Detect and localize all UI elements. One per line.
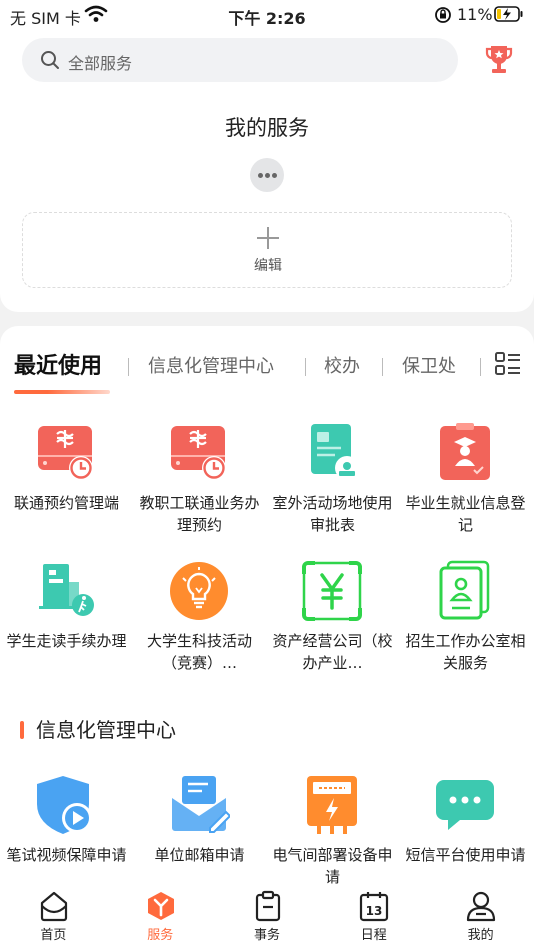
tab-separator (128, 358, 129, 376)
active-tab-indicator (14, 390, 110, 394)
nav-profile[interactable]: 我的 (427, 886, 534, 950)
service-cube-icon (147, 892, 174, 920)
service-admissions-office[interactable]: 招生工作办公室相关服务 (399, 560, 532, 680)
unicom-clock-icon (38, 426, 93, 480)
calendar-day: 13 (366, 904, 383, 918)
building-walker-icon (39, 564, 94, 616)
all-categories-icon[interactable] (495, 352, 521, 376)
search-placeholder: 全部服务 (68, 54, 133, 73)
tab-separator (305, 358, 306, 376)
service-asset-company[interactable]: 资产经营公司（校办产业… (266, 560, 399, 680)
service-electrical-room[interactable]: 电气间部署设备申请 (266, 774, 399, 886)
electric-meter-icon (307, 776, 357, 834)
approval-stamp-icon (311, 424, 359, 480)
service-student-commute[interactable]: 学生走读手续办理 (0, 560, 133, 680)
service-unicom-booking-admin[interactable]: 联通预约管理端 (0, 422, 133, 542)
chat-bubble-icon (436, 780, 494, 830)
tab-president-office[interactable]: 校办 (324, 352, 360, 378)
nav-home[interactable]: 首页 (0, 886, 107, 950)
yuan-icon (302, 561, 362, 621)
nav-services[interactable]: 服务 (107, 886, 214, 950)
service-outdoor-venue-approval[interactable]: 室外活动场地使用审批表 (266, 422, 399, 542)
my-services-title: 我的服务 (225, 116, 309, 140)
battery-charging-icon (494, 6, 523, 22)
home-icon (40, 891, 68, 922)
tab-separator (480, 358, 481, 376)
orientation-lock-icon (435, 7, 451, 23)
mail-pen-icon (172, 776, 230, 833)
service-staff-unicom-booking[interactable]: 教职工联通业务办理预约 (133, 422, 266, 542)
tab-info-center[interactable]: 信息化管理中心 (148, 352, 274, 378)
graduate-badge-icon (440, 423, 490, 480)
service-sms-platform[interactable]: 短信平台使用申请 (399, 774, 532, 886)
unicom-clock-icon (171, 426, 226, 480)
section-accent-bar (20, 721, 24, 739)
service-written-exam-video[interactable]: 笔试视频保障申请 (0, 774, 133, 886)
edit-label: 编辑 (254, 258, 282, 274)
nav-schedule[interactable]: 13 日程 (320, 886, 427, 950)
calendar-icon: 13 (360, 892, 389, 922)
person-icon (467, 891, 496, 922)
my-services-card: 全部服务 我的服务 编辑 (0, 30, 534, 312)
search-bar[interactable]: 全部服务 (22, 38, 458, 82)
service-unit-mailbox[interactable]: 单位邮箱申请 (133, 774, 266, 886)
category-tabs: 最近使用 信息化管理中心 校办 保卫处 (0, 348, 534, 388)
nav-affairs[interactable]: 事务 (214, 886, 321, 950)
id-card-icon (439, 560, 490, 620)
search-icon (41, 51, 59, 69)
clipboard-icon (255, 890, 280, 922)
tab-recent[interactable]: 最近使用 (14, 348, 102, 380)
status-time: 下午 2:26 (228, 9, 306, 28)
service-science-competition[interactable]: 大学生科技活动（竞赛）… (133, 560, 266, 680)
shield-play-icon (37, 776, 92, 834)
bottom-navigation: 首页 服务 事务 13 日程 我的 (0, 886, 534, 950)
service-graduate-employment[interactable]: 毕业生就业信息登记 (399, 422, 532, 542)
battery-percent: 11% (457, 5, 493, 24)
status-bar: 无 SIM 卡 下午 2:26 11% (0, 0, 534, 30)
trophy-icon[interactable] (485, 44, 513, 76)
tab-separator (382, 358, 383, 376)
lightbulb-icon (170, 562, 228, 620)
services-panel: 最近使用 信息化管理中心 校办 保卫处 联通预约管理端 教职工联通业务办理预约 … (0, 326, 534, 886)
plus-icon (257, 227, 279, 249)
edit-services-button[interactable]: 编辑 (22, 212, 512, 288)
more-options-button[interactable] (250, 158, 284, 192)
tab-security-office[interactable]: 保卫处 (402, 352, 456, 378)
